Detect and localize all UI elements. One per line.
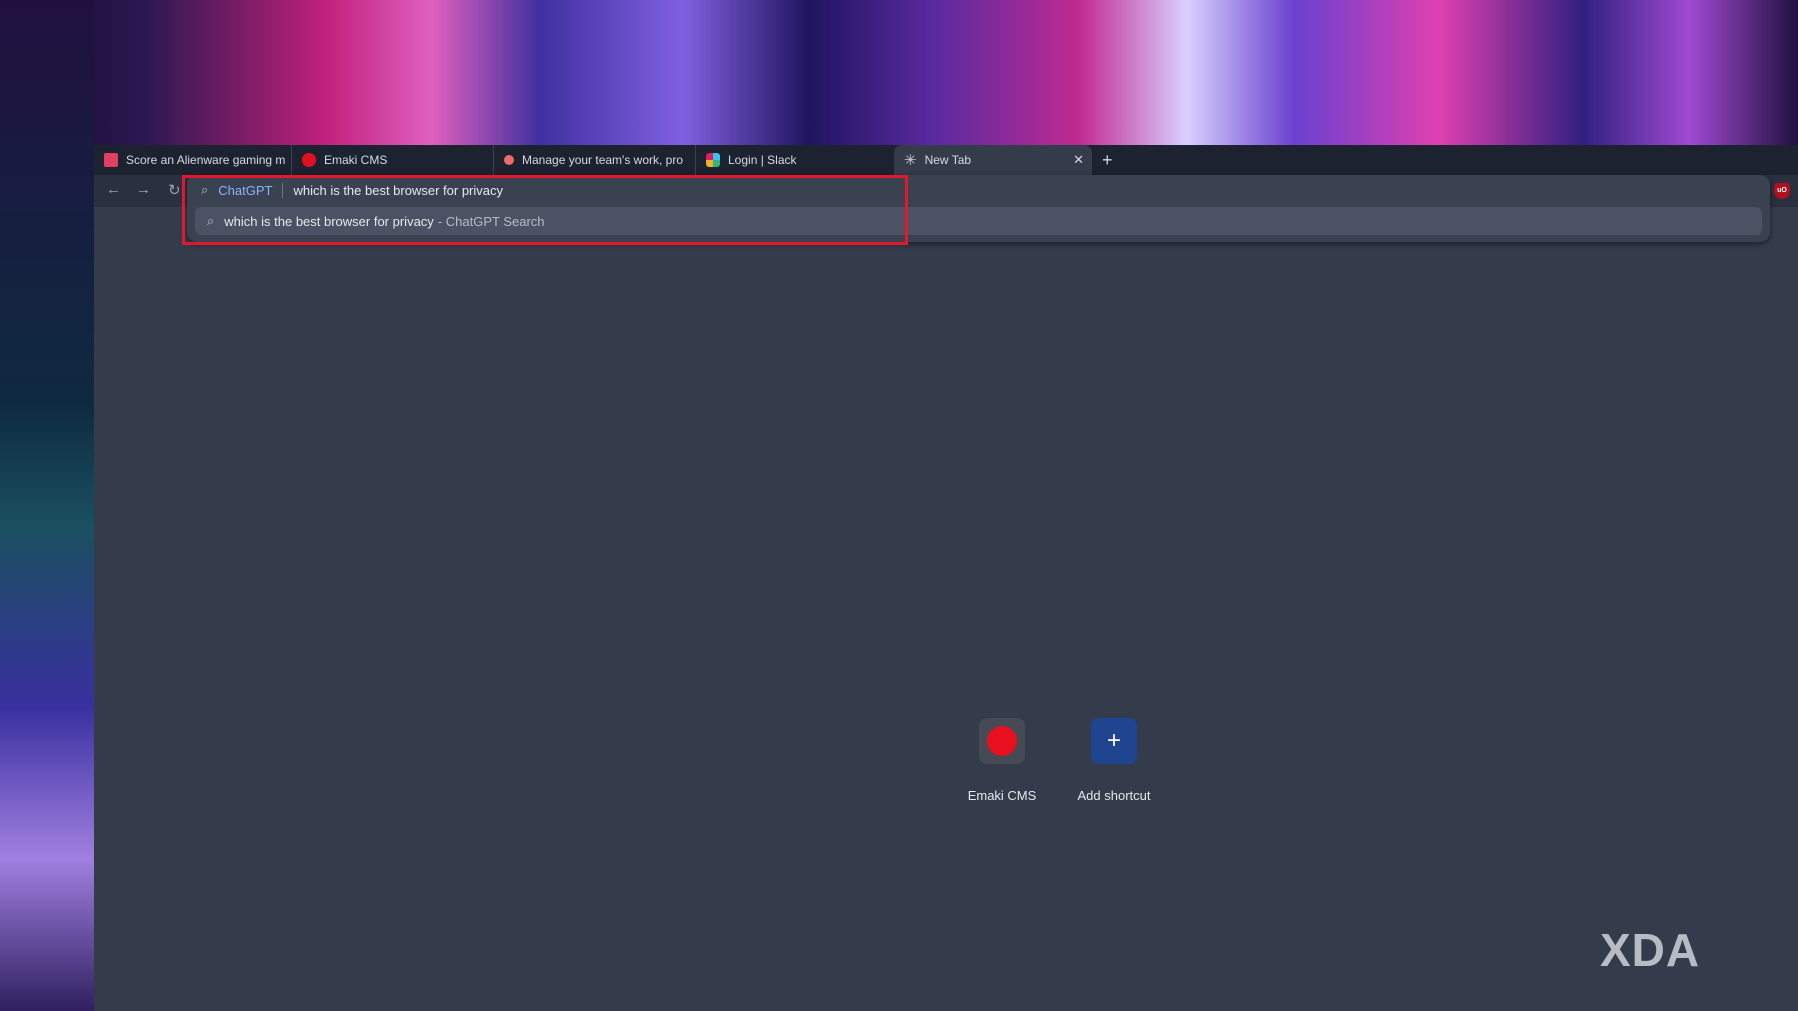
new-tab-button[interactable]: + — [1102, 150, 1113, 171]
alienware-icon — [104, 153, 118, 167]
emaki-icon — [302, 153, 316, 167]
highlight-box — [182, 175, 908, 245]
tab-new-tab[interactable]: ✳ New Tab ✕ — [894, 145, 1092, 175]
tab-asana[interactable]: Manage your team's work, pro — [494, 145, 696, 175]
tab-slack[interactable]: Login | Slack — [696, 145, 894, 175]
emaki-icon — [987, 726, 1017, 756]
chromium-icon: ✳ — [904, 152, 917, 169]
xda-watermark: XDA — [1600, 924, 1701, 976]
tab-emaki[interactable]: Emaki CMS — [292, 145, 494, 175]
slack-icon — [706, 153, 720, 167]
close-tab-icon[interactable]: ✕ — [1073, 152, 1084, 168]
tab-strip: Score an Alienware gaming m Emaki CMS Ma… — [94, 145, 1798, 175]
forward-icon[interactable]: → — [136, 181, 151, 198]
wallpaper — [0, 0, 94, 1011]
asana-icon — [504, 155, 514, 165]
tab-alienware[interactable]: Score an Alienware gaming m — [94, 145, 292, 175]
browser-window: Score an Alienware gaming m Emaki CMS Ma… — [94, 145, 1798, 1011]
plus-icon: + — [1091, 718, 1137, 764]
add-shortcut-button[interactable]: + Add shortcut — [1059, 718, 1169, 803]
shortcut-emaki[interactable]: Emaki CMS — [947, 718, 1057, 803]
back-icon[interactable]: ← — [106, 181, 121, 198]
ublock-extension-icon[interactable]: uO — [1774, 183, 1790, 199]
reload-icon[interactable]: ↻ — [168, 181, 181, 199]
